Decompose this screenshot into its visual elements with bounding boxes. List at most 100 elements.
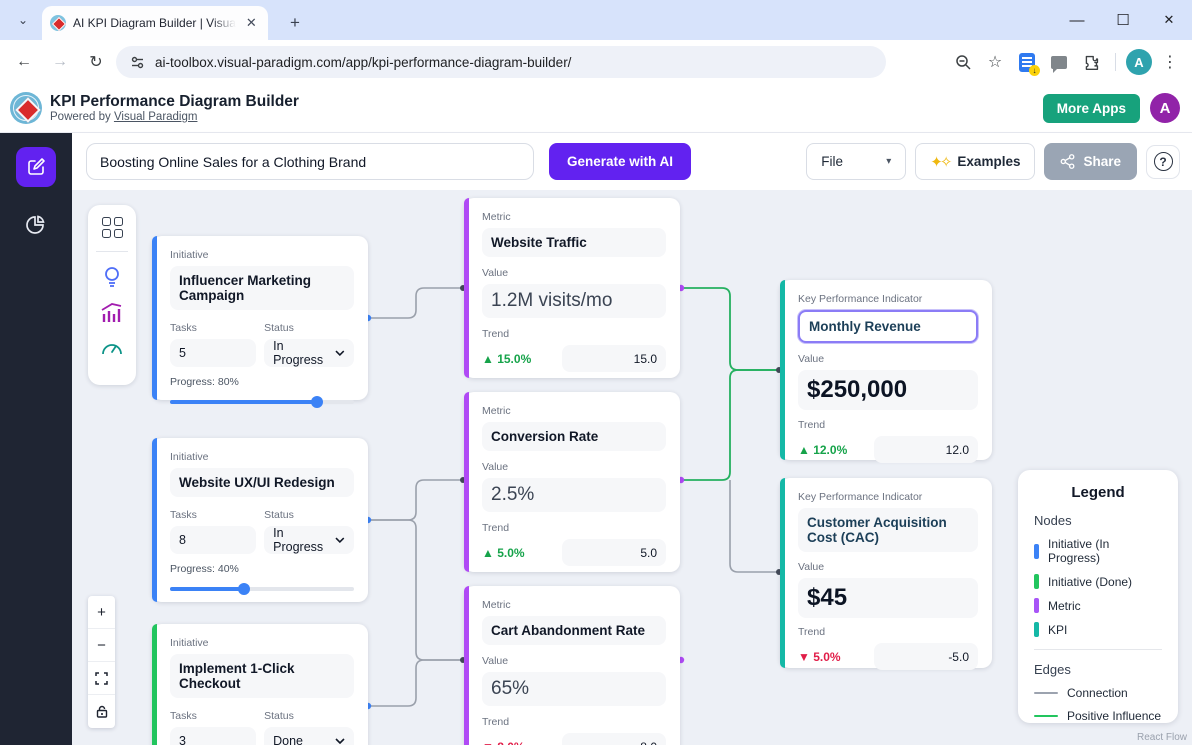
status-label: Status: [264, 322, 354, 334]
divider: [1034, 649, 1162, 650]
slider-handle[interactable]: [311, 396, 323, 408]
kpi-node-monthly-revenue[interactable]: Key Performance Indicator Monthly Revenu…: [780, 280, 992, 460]
kpi-title-field[interactable]: Customer Acquisition Cost (CAC): [798, 508, 978, 552]
value-label: Value: [482, 461, 666, 473]
legend-nodes-label: Nodes: [1034, 513, 1162, 528]
edge-connection: [730, 480, 778, 572]
metric-node-conversion-rate[interactable]: Metric Conversion Rate Value 2.5% Trend …: [464, 392, 680, 572]
initiative-node-one-click-checkout[interactable]: Initiative Implement 1-Click Checkout Ta…: [152, 624, 368, 745]
chevron-down-icon: [335, 738, 345, 744]
status-label: Status: [264, 710, 354, 722]
tasks-input[interactable]: 8: [170, 526, 256, 554]
trend-indicator: ▼ 8.0%: [482, 740, 525, 745]
legend-item: Metric: [1034, 598, 1162, 613]
status-select[interactable]: Done: [264, 727, 354, 745]
canvas-controls: + −: [88, 596, 115, 728]
metric-title-field[interactable]: Cart Abandonment Rate: [482, 616, 666, 645]
connection-line-swatch: [1034, 692, 1058, 695]
legend-item: Positive Influence: [1034, 709, 1162, 723]
kpi-title-field[interactable]: Monthly Revenue: [798, 310, 978, 343]
edge-connection: [368, 520, 462, 660]
layout-grid-icon[interactable]: [102, 217, 123, 238]
status-select[interactable]: In Progress: [264, 339, 354, 367]
metric-value-field[interactable]: 65%: [482, 672, 666, 706]
initiative-title-field[interactable]: Website UX/UI Redesign: [170, 468, 354, 497]
metric-chart-icon[interactable]: [100, 302, 124, 324]
status-select[interactable]: In Progress: [264, 526, 354, 554]
initiative-title-field[interactable]: Implement 1-Click Checkout: [170, 654, 354, 698]
node-type-label: Initiative: [170, 249, 354, 261]
kpi-value-field[interactable]: $250,000: [798, 370, 978, 410]
kpi-gauge-icon[interactable]: [100, 337, 124, 359]
slider-handle[interactable]: [238, 583, 250, 595]
initiative-node-influencer-marketing[interactable]: Initiative Influencer Marketing Campaign…: [152, 236, 368, 400]
edge-connection: [368, 660, 462, 706]
edge-connection: [368, 480, 462, 520]
value-label: Value: [482, 267, 666, 279]
metric-node-cart-abandonment[interactable]: Metric Cart Abandonment Rate Value 65% T…: [464, 586, 680, 745]
kpi-swatch: [1034, 622, 1039, 637]
tasks-label: Tasks: [170, 322, 256, 334]
trend-value-input[interactable]: 15.0: [562, 345, 666, 372]
status-label: Status: [264, 509, 354, 521]
trend-label: Trend: [482, 328, 666, 340]
progress-slider[interactable]: [170, 583, 354, 595]
metric-value-field[interactable]: 2.5%: [482, 478, 666, 512]
chevron-down-icon: [335, 537, 345, 543]
trend-indicator: ▲ 5.0%: [482, 546, 525, 560]
trend-value-input[interactable]: -8.0: [562, 733, 666, 745]
kpi-node-cac[interactable]: Key Performance Indicator Customer Acqui…: [780, 478, 992, 668]
initiative-node-ux-redesign[interactable]: Initiative Website UX/UI Redesign Tasks …: [152, 438, 368, 602]
trend-label: Trend: [482, 716, 666, 728]
legend-panel: Legend Nodes Initiative (In Progress) In…: [1018, 470, 1178, 723]
divider: [96, 251, 128, 252]
trend-label: Trend: [798, 626, 978, 638]
initiative-done-swatch: [1034, 574, 1039, 589]
node-type-label: Key Performance Indicator: [798, 293, 978, 305]
trend-indicator: ▲ 15.0%: [482, 352, 531, 366]
legend-item: KPI: [1034, 622, 1162, 637]
trend-value-input[interactable]: 5.0: [562, 539, 666, 566]
metric-title-field[interactable]: Website Traffic: [482, 228, 666, 257]
metric-node-website-traffic[interactable]: Metric Website Traffic Value 1.2M visits…: [464, 198, 680, 378]
edge-positive-influence: [680, 288, 778, 370]
fit-view-icon: [95, 672, 108, 685]
metric-swatch: [1034, 598, 1039, 613]
tasks-label: Tasks: [170, 509, 256, 521]
initiative-bulb-icon[interactable]: [101, 265, 123, 289]
legend-title: Legend: [1034, 484, 1162, 501]
chevron-down-icon: [335, 350, 345, 356]
trend-value-input[interactable]: -5.0: [874, 643, 978, 670]
lock-button[interactable]: [88, 695, 115, 728]
trend-indicator: ▲ 12.0%: [798, 443, 847, 457]
fit-view-button[interactable]: [88, 662, 115, 695]
zoom-out-button[interactable]: −: [88, 629, 115, 662]
tasks-input[interactable]: 5: [170, 339, 256, 367]
react-flow-attribution[interactable]: React Flow: [1137, 732, 1187, 743]
value-label: Value: [798, 353, 978, 365]
metric-title-field[interactable]: Conversion Rate: [482, 422, 666, 451]
node-palette: [88, 205, 136, 385]
value-label: Value: [798, 561, 978, 573]
node-type-label: Initiative: [170, 637, 354, 649]
trend-value-input[interactable]: 12.0: [874, 436, 978, 463]
tasks-input[interactable]: 3: [170, 727, 256, 745]
tasks-label: Tasks: [170, 710, 256, 722]
trend-label: Trend: [482, 522, 666, 534]
value-label: Value: [482, 655, 666, 667]
positive-influence-line-swatch: [1034, 715, 1058, 718]
node-type-label: Initiative: [170, 451, 354, 463]
progress-slider[interactable]: [170, 396, 354, 408]
kpi-value-field[interactable]: $45: [798, 578, 978, 618]
initiative-title-field[interactable]: Influencer Marketing Campaign: [170, 266, 354, 310]
metric-value-field[interactable]: 1.2M visits/mo: [482, 284, 666, 318]
unlock-icon: [96, 705, 108, 718]
zoom-in-button[interactable]: +: [88, 596, 115, 629]
edge-positive-influence: [680, 370, 778, 480]
legend-item: Initiative (In Progress): [1034, 537, 1162, 565]
node-type-label: Metric: [482, 599, 666, 611]
node-type-label: Key Performance Indicator: [798, 491, 978, 503]
legend-item: Connection: [1034, 686, 1162, 700]
trend-indicator: ▼ 5.0%: [798, 650, 841, 664]
progress-label: Progress: 80%: [170, 376, 354, 388]
